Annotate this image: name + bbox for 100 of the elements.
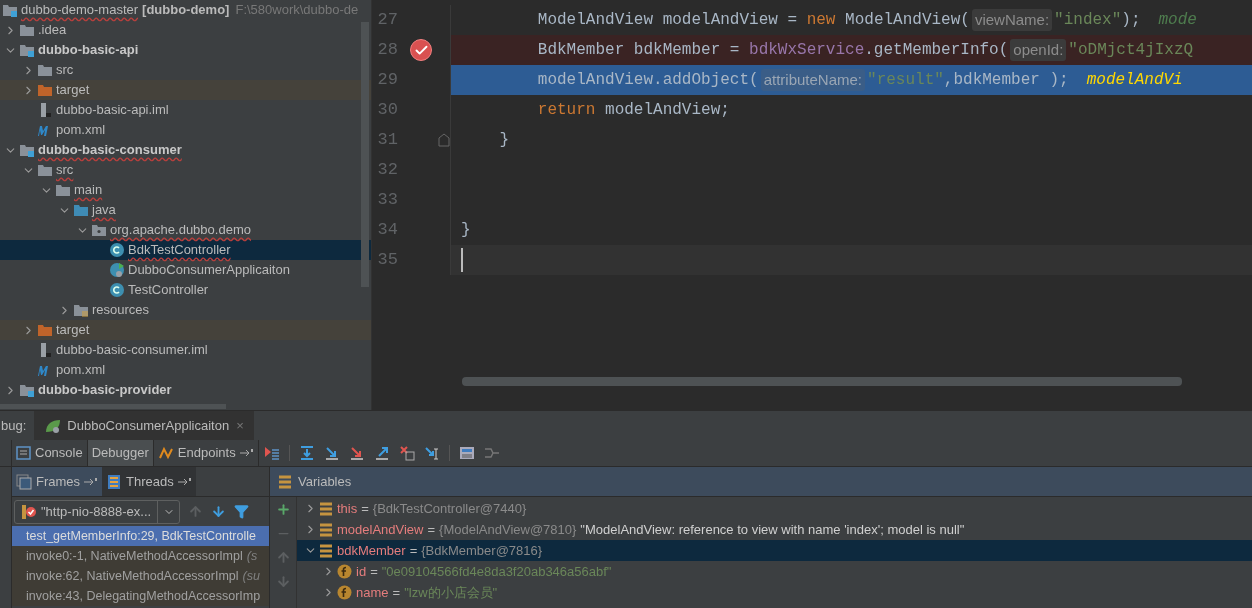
close-icon[interactable]: × [236, 415, 244, 436]
tree-item[interactable]: dubbo-demo-master [dubbo-demo] F:\580work\dubbo-de [0, 0, 371, 20]
pin-icon[interactable] [177, 476, 192, 487]
folder-icon [19, 22, 35, 38]
step-into-icon[interactable] [323, 445, 340, 461]
tree-item-label: src [56, 161, 74, 180]
module-folder-icon [19, 42, 35, 58]
variable-row[interactable]: modelAndView = {ModelAndView@7810} "ModelAndView: reference to view with name 'index'; model is null" [297, 519, 1252, 540]
tree-item[interactable]: pom.xml [0, 360, 371, 380]
tree-item-label: dubbo-demo-master [21, 1, 139, 20]
line-number: 34 [376, 219, 398, 242]
tree-item-label: BdkTestController [128, 241, 231, 260]
endpoints-icon [157, 446, 174, 460]
drop-frame-icon[interactable] [398, 445, 415, 461]
tree-item[interactable]: dubbo-basic-api [0, 40, 371, 60]
code-text: } [461, 220, 471, 241]
line-number: 30 [376, 99, 398, 122]
tree-item[interactable]: target [0, 320, 371, 340]
variable-name: bdkMember [337, 541, 406, 560]
tree-item[interactable]: src [0, 160, 371, 180]
code-text: ModelAndView( [844, 10, 970, 31]
add-watch-icon[interactable] [275, 502, 291, 517]
horizontal-scrollbar[interactable] [462, 377, 1182, 386]
vertical-scrollbar[interactable] [361, 22, 369, 287]
debugger-tab[interactable]: Endpoints [153, 440, 259, 466]
module-folder-icon [19, 142, 35, 158]
folder-icon [55, 182, 71, 198]
step-out-icon[interactable] [373, 445, 390, 461]
variable-row[interactable]: this = {BdkTestController@7440} [297, 498, 1252, 519]
package-icon [91, 222, 107, 238]
line-number: 27 [376, 9, 398, 32]
tree-item-label: dubbo-basic-consumer.iml [56, 341, 208, 360]
console-icon [16, 446, 31, 460]
tree-item[interactable]: resources [0, 300, 371, 320]
code-string: "index" [1054, 10, 1122, 31]
variable-name: this [337, 499, 358, 518]
run-to-cursor-icon[interactable] [423, 445, 440, 461]
tree-item[interactable]: org.apache.dubbo.demo [0, 220, 371, 240]
filter-icon[interactable] [234, 504, 249, 519]
tree-item[interactable]: dubbo-basic-consumer.iml [0, 340, 371, 360]
step-over-icon[interactable] [298, 445, 315, 461]
tree-item[interactable]: main [0, 180, 371, 200]
tree-item[interactable]: src [0, 60, 371, 80]
runnable-class-icon [109, 262, 125, 278]
tree-item[interactable]: BdkTestController [0, 240, 371, 260]
code-text: BdkMember bdkMember = [536, 40, 741, 61]
stack-frame[interactable]: invoke0:-1, NativeMethodAccessorImpl (s [12, 546, 269, 566]
session-tab[interactable]: DubboConsumerApplicaiton × [34, 411, 254, 440]
tree-item[interactable]: DubboConsumerApplicaiton [0, 260, 371, 280]
variable-row[interactable]: id = "0e09104566fd4e8da3f20ab346a56abf" [297, 561, 1252, 582]
module-folder-icon [2, 2, 18, 18]
panel-tab[interactable]: Frames [12, 467, 103, 496]
breakpoint-icon[interactable] [410, 39, 432, 61]
parameter-hint: attributeName: [760, 68, 866, 92]
stack-frame[interactable]: invoke:43, DelegatingMethodAccessorImp [12, 586, 269, 606]
variable-name: name [356, 583, 389, 602]
session-name: DubboConsumerApplicaiton [67, 416, 230, 435]
show-execution-point-icon[interactable] [263, 445, 280, 461]
tree-item-label: .idea [38, 21, 67, 40]
pin-icon[interactable] [239, 448, 254, 458]
stack-frame[interactable]: test_getMemberInfo:29, BdkTestControlle [12, 526, 269, 546]
tree-item[interactable]: java [0, 200, 371, 220]
variable-row[interactable]: bdkMember = {BdkMember@7816} [297, 540, 1252, 561]
trace-icon[interactable] [483, 445, 500, 461]
force-step-into-icon[interactable] [348, 445, 365, 461]
equals-sign: = [409, 541, 418, 560]
threads-icon [106, 473, 123, 490]
tree-item-label: target [56, 81, 90, 100]
panel-tab[interactable]: Threads [102, 467, 196, 496]
line-number: 29 [376, 69, 398, 92]
project-path: F:\580work\dubbo-de [235, 1, 359, 20]
horizontal-scrollbar[interactable] [0, 404, 226, 409]
tree-item[interactable]: dubbo-basic-consumer [0, 140, 371, 160]
pin-icon[interactable] [84, 476, 99, 487]
thread-suspended-icon [21, 503, 37, 520]
tree-item[interactable]: pom.xml [0, 120, 371, 140]
tree-item[interactable]: TestController [0, 280, 371, 300]
code-text: modelAndView.addObject( [536, 70, 759, 91]
variables-title: Variables [298, 472, 352, 491]
debugger-tab[interactable]: Console [12, 440, 88, 466]
stack-frame[interactable]: invoke:62, NativeMethodAccessorImpl (su [12, 566, 269, 586]
tree-item[interactable]: dubbo-basic-api.iml [0, 100, 371, 120]
calculator-icon[interactable] [458, 445, 475, 461]
variable-row[interactable]: name = "lzw的小店会员" [297, 582, 1252, 603]
tree-item-label: resources [92, 301, 150, 320]
fold-marker-icon[interactable] [438, 133, 450, 147]
object-icon [319, 522, 333, 537]
tree-item[interactable]: dubbo-basic-provider [0, 380, 371, 400]
inline-debug-value: mode [1158, 10, 1197, 31]
thread-dropdown[interactable]: "http-nio-8888-ex... [14, 499, 180, 524]
down-arrow-icon[interactable] [211, 504, 226, 519]
thread-name: "http-nio-8888-ex... [41, 502, 153, 521]
code-keyword: new [806, 10, 836, 31]
tree-item[interactable]: target [0, 80, 371, 100]
equals-sign: = [361, 499, 369, 518]
variable-value: "ModelAndView: reference to view with name 'index'; model is null" [580, 520, 965, 539]
code-keyword: return [536, 100, 596, 121]
tree-item[interactable]: .idea [0, 20, 371, 40]
debugger-tab[interactable]: Debugger [87, 440, 154, 466]
tree-item-label: dubbo-basic-api [38, 41, 139, 60]
